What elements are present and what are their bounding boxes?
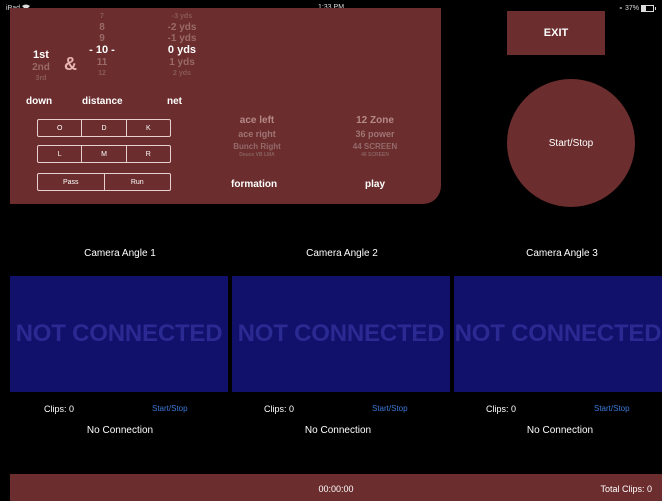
formation-label: formation: [231, 179, 278, 190]
down-selected: 1st: [33, 49, 49, 61]
camera-3-connection: No Connection: [526, 425, 594, 436]
kick-button[interactable]: K: [125, 120, 170, 136]
picker-row: 2 yds: [173, 70, 191, 77]
camera-3-clips: Clips: 0: [486, 404, 517, 414]
camera-1-clips: Clips: 0: [44, 404, 75, 414]
defense-button[interactable]: D: [81, 120, 125, 136]
picker-row: 9: [99, 33, 105, 44]
play-entry-panel: 1st 2nd 3rd down & 7 8 9 - 10 - 11 12 di…: [10, 8, 441, 204]
offense-button[interactable]: O: [38, 120, 81, 136]
exit-button[interactable]: EXIT: [507, 11, 605, 55]
middle-button[interactable]: M: [81, 146, 125, 162]
right-button[interactable]: R: [125, 146, 170, 162]
camera-1-start-stop-link[interactable]: Start/Stop: [152, 404, 188, 413]
picker-row: 7: [100, 13, 104, 20]
net-picker[interactable]: -3 yds -2 yds -1 yds 0 yds 1 yds 2 yds: [160, 11, 204, 79]
camera-2-clips: Clips: 0: [264, 404, 295, 414]
camera-2-start-stop-link[interactable]: Start/Stop: [372, 404, 408, 413]
battery-status: ∘ 37%: [618, 4, 656, 12]
picker-row: -3 yds: [171, 13, 193, 20]
battery-fill: [642, 5, 647, 11]
picker-row: 2nd: [32, 62, 50, 73]
picker-row: 46 SCREEN: [361, 152, 389, 158]
type-segment: Pass Run: [37, 173, 171, 191]
ampersand: &: [64, 54, 77, 74]
play-picker[interactable]: 12 Zone 36 power 44 SCREEN 46 SCREEN: [320, 114, 430, 159]
picker-row: [26, 19, 56, 27]
camera-2-feed[interactable]: NOT CONNECTED: [232, 276, 450, 392]
down-picker[interactable]: 1st 2nd 3rd: [26, 19, 56, 84]
total-clips: Total Clips: 0: [600, 484, 652, 494]
bluetooth-icon: ∘: [618, 5, 623, 12]
distance-label: distance: [82, 96, 123, 107]
camera-3-title: Camera Angle 3: [526, 248, 598, 259]
picker-row: 1 yds: [169, 57, 195, 68]
picker-row: 3rd: [35, 75, 47, 82]
picker-row: 12 Zone: [356, 115, 394, 126]
battery-icon: [641, 4, 656, 12]
picker-row: ace left: [239, 115, 275, 126]
start-stop-all-button[interactable]: Start/Stop: [507, 79, 635, 207]
left-button[interactable]: L: [38, 146, 81, 162]
picker-row: Bunch Right: [233, 142, 281, 151]
hash-segment: L M R: [37, 145, 171, 163]
camera-1-connection: No Connection: [86, 425, 154, 436]
run-button[interactable]: Run: [103, 174, 171, 190]
camera-3-feed[interactable]: NOT CONNECTED: [454, 276, 662, 392]
picker-row: [26, 27, 56, 41]
side-segment: O D K: [37, 119, 171, 137]
battery-percent: 37%: [624, 4, 639, 12]
net-label: net: [167, 96, 182, 107]
pass-button[interactable]: Pass: [38, 174, 104, 190]
picker-row: 8: [99, 22, 105, 33]
camera-1-feed[interactable]: NOT CONNECTED: [10, 276, 228, 392]
distance-selected: - 10 -: [89, 44, 115, 56]
net-selected: 0 yds: [167, 44, 197, 56]
camera-3-start-stop-link[interactable]: Start/Stop: [594, 404, 630, 413]
distance-picker[interactable]: 7 8 9 - 10 - 11 12: [82, 11, 122, 79]
recording-timer: 00:00:00: [318, 484, 354, 494]
camera-2-connection: No Connection: [304, 425, 372, 436]
down-label: down: [26, 96, 53, 107]
footer-bar: 00:00:00 Total Clips: 0: [10, 474, 662, 501]
picker-row: 12: [98, 70, 106, 77]
picker-row: -2 yds: [167, 22, 197, 33]
picker-row: -1 yds: [167, 33, 197, 44]
picker-row: Deuce VB LMA: [239, 152, 275, 158]
play-label: play: [365, 179, 386, 190]
formation-picker[interactable]: ace left ace right Bunch Right Deuce VB …: [202, 114, 312, 159]
picker-row: 11: [96, 57, 108, 68]
picker-row: 44 SCREEN: [352, 142, 398, 151]
camera-2-title: Camera Angle 2: [306, 248, 378, 259]
camera-1-title: Camera Angle 1: [84, 248, 156, 259]
picker-row: ace right: [238, 129, 276, 139]
picker-row: 36 power: [355, 129, 395, 139]
